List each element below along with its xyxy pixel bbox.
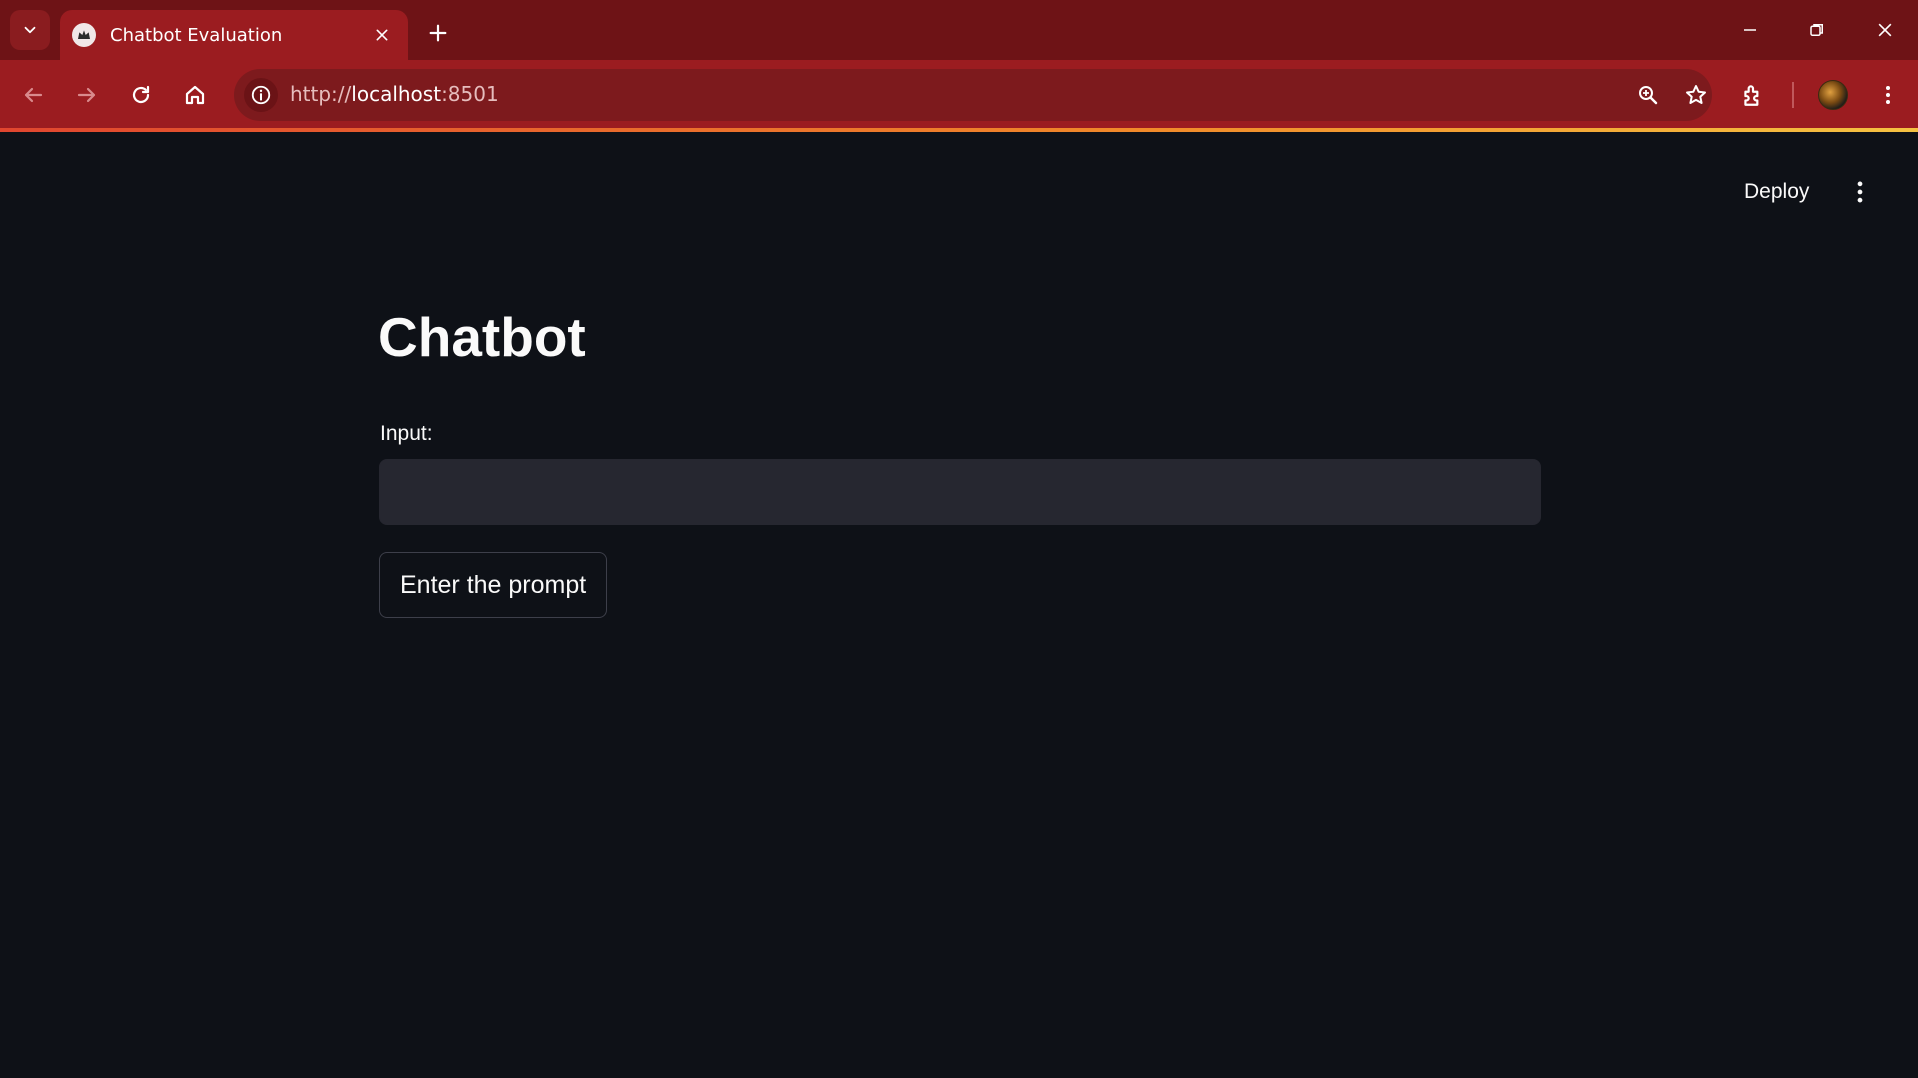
plus-icon — [427, 22, 449, 44]
reload-button[interactable] — [119, 73, 163, 117]
arrow-right-icon — [75, 83, 99, 107]
tab-title: Chatbot Evaluation — [110, 24, 283, 46]
close-window-button[interactable] — [1857, 8, 1913, 52]
url-port: :8501 — [441, 82, 499, 106]
chevron-down-icon — [21, 21, 39, 39]
zoom-icon[interactable] — [1630, 77, 1666, 113]
browser-tab-active[interactable]: Chatbot Evaluation — [60, 10, 408, 60]
tab-search-button[interactable] — [10, 10, 50, 50]
input-label: Input: — [380, 422, 433, 445]
page-title: Chatbot — [378, 306, 586, 368]
browser-tabstrip: Chatbot Evaluation — [0, 0, 1918, 60]
address-bar[interactable]: http://localhost:8501 — [234, 69, 1712, 121]
forward-button[interactable] — [65, 73, 109, 117]
browser-toolbar: http://localhost:8501 — [0, 60, 1918, 130]
bookmark-star-icon[interactable] — [1678, 77, 1714, 113]
back-button[interactable] — [11, 73, 55, 117]
reload-icon — [129, 83, 153, 107]
site-info-icon[interactable] — [244, 78, 278, 112]
browser-menu-icon[interactable] — [1866, 73, 1910, 117]
deploy-button[interactable]: Deploy — [1730, 172, 1823, 212]
close-window-icon — [1875, 20, 1895, 40]
home-icon — [183, 83, 207, 107]
enter-prompt-button[interactable]: Enter the prompt — [379, 552, 608, 618]
extensions-icon[interactable] — [1731, 73, 1775, 117]
close-tab-icon[interactable] — [368, 21, 396, 49]
toolbar-divider — [1792, 82, 1794, 108]
url-host: localhost — [351, 82, 442, 106]
prompt-input[interactable] — [379, 459, 1541, 525]
restore-window-button[interactable] — [1789, 8, 1845, 52]
vertical-dots-icon — [1847, 179, 1873, 205]
home-button[interactable] — [173, 73, 217, 117]
new-tab-button[interactable] — [420, 15, 456, 51]
streamlit-crown-icon — [72, 23, 96, 47]
restore-icon — [1808, 21, 1826, 39]
arrow-left-icon — [21, 83, 45, 107]
url-scheme: http:// — [290, 82, 352, 106]
url-text[interactable]: http://localhost:8501 — [290, 82, 499, 106]
minimize-window-button[interactable] — [1722, 8, 1778, 52]
app-container: Deploy Chatbot Input: Enter the prompt — [0, 132, 1918, 1078]
app-main-menu-button[interactable] — [1840, 172, 1880, 212]
minimize-icon — [1741, 21, 1759, 39]
profile-avatar[interactable] — [1818, 80, 1848, 110]
